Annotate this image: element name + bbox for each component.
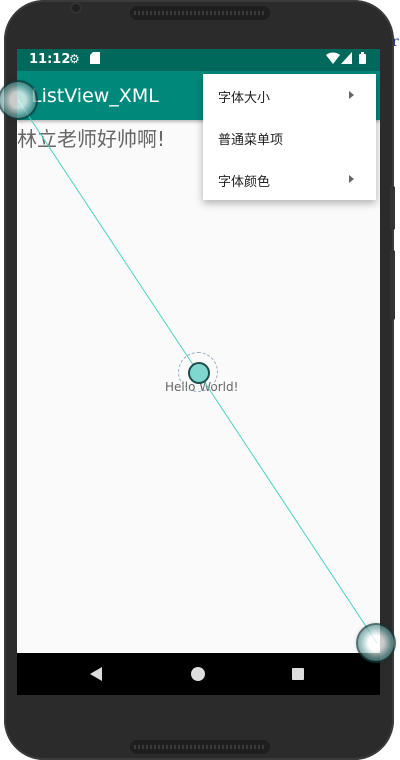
menu-item-label: 普通菜单项 [218,133,284,148]
recents-square-icon[interactable] [292,668,304,680]
sd-card-icon [90,52,100,67]
back-triangle-icon[interactable] [90,667,102,681]
menu-item-label: 字体大小 [218,91,271,106]
home-circle-icon[interactable] [191,667,205,681]
status-time: 11:12 [29,52,71,67]
bottom-speaker [130,740,270,754]
options-menu: 字体大小 普通菜单项 字体颜色 [203,74,376,200]
power-button[interactable] [390,186,395,230]
volume-button[interactable] [390,250,395,320]
nav-bar [17,653,380,695]
front-camera [70,2,82,14]
app-title: ListView_XML [31,85,159,107]
gear-icon: ⚙ [69,52,80,66]
top-speaker [130,6,270,20]
device-screen: 11:12 ⚙ ListView_XML 林立老师好帅啊! Hello Worl… [17,49,380,695]
menu-item-label: 字体颜色 [218,175,271,190]
battery-icon [359,52,366,67]
menu-item-font-color[interactable]: 字体颜色 [203,158,376,200]
main-text: 林立老师好帅啊! [17,127,166,151]
submenu-arrow-icon [349,175,354,183]
signal-icon [341,52,352,67]
submenu-arrow-icon [349,91,354,99]
hello-text: Hello World! [165,380,239,394]
menu-item-normal[interactable]: 普通菜单项 [203,116,376,158]
menu-item-font-size[interactable]: 字体大小 [203,74,376,116]
wifi-icon [326,52,340,67]
status-bar: 11:12 ⚙ [17,49,380,71]
